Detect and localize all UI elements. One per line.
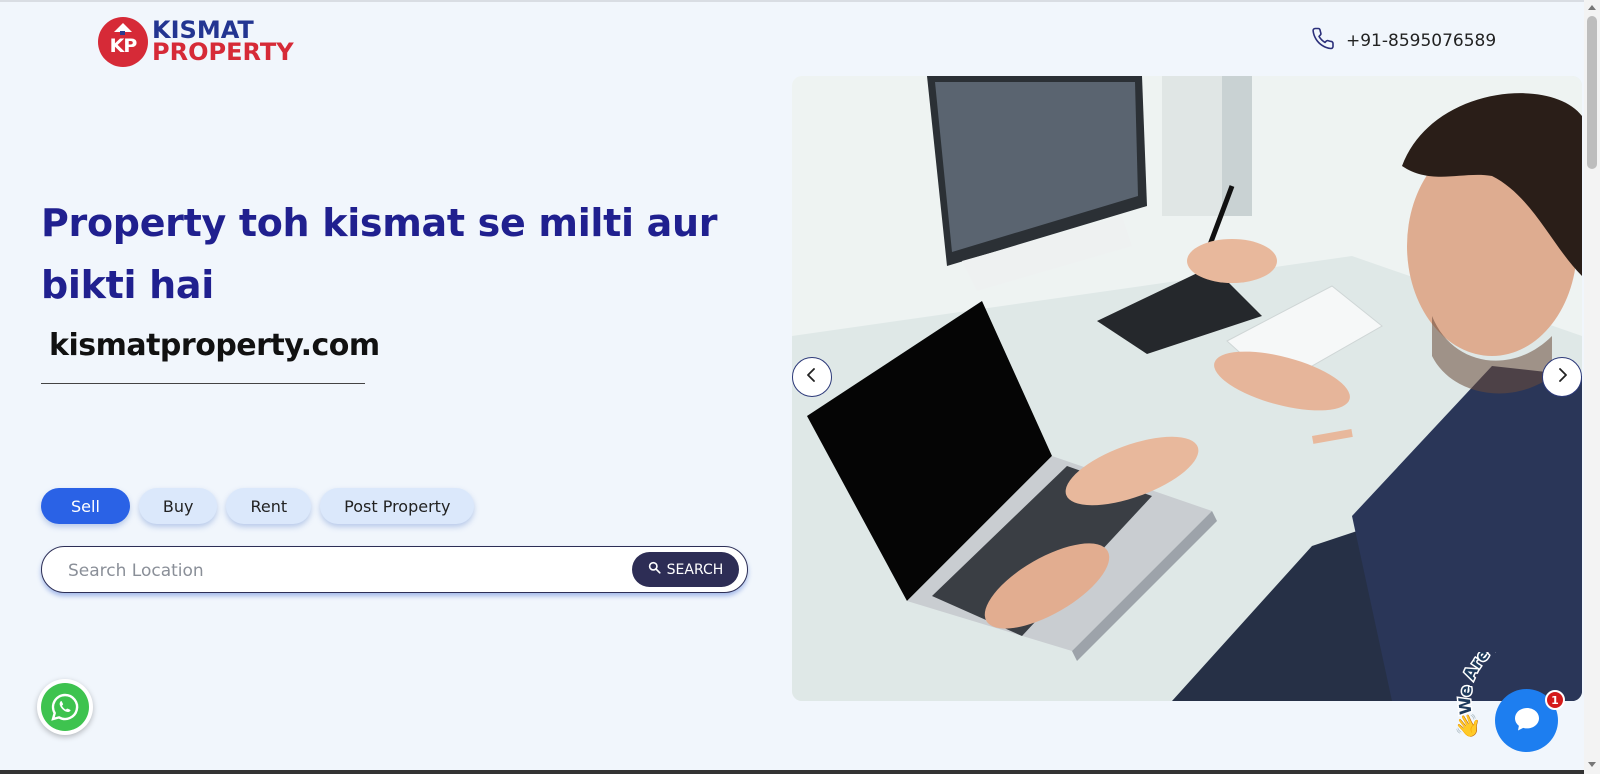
phone-number: +91-8595076589 bbox=[1346, 31, 1497, 51]
scroll-down-arrow-icon[interactable] bbox=[1588, 762, 1596, 767]
site-logo[interactable]: KP KISMAT PROPERTY bbox=[98, 17, 308, 69]
carousel-next-button[interactable] bbox=[1542, 357, 1582, 397]
chat-unread-badge: 1 bbox=[1545, 690, 1565, 710]
search-location-input[interactable] bbox=[66, 557, 650, 585]
phone-contact[interactable]: +91-8595076589 bbox=[1312, 27, 1496, 55]
top-border bbox=[0, 0, 1600, 2]
whatsapp-icon bbox=[41, 683, 89, 731]
tab-sell[interactable]: Sell bbox=[41, 488, 130, 524]
domain-underline bbox=[41, 383, 365, 384]
search-button[interactable]: SEARCH bbox=[632, 552, 739, 587]
phone-icon bbox=[1312, 27, 1336, 55]
logo-text-property: PROPERTY bbox=[152, 38, 294, 66]
site-domain-text: kismatproperty.com bbox=[49, 328, 380, 363]
chat-widget: We Are Here! 👋 1 bbox=[1452, 652, 1592, 762]
scrollbar-thumb[interactable] bbox=[1587, 16, 1597, 169]
search-icon bbox=[648, 561, 661, 578]
tab-rent[interactable]: Rent bbox=[226, 488, 312, 524]
logo-badge-text: KP bbox=[109, 35, 138, 57]
tab-buy[interactable]: Buy bbox=[138, 488, 218, 524]
location-search-bar: SEARCH bbox=[41, 546, 748, 593]
hero-title: Property toh kismat se milti aur bikti h… bbox=[41, 201, 718, 307]
chevron-left-icon bbox=[804, 367, 820, 387]
carousel-image bbox=[792, 76, 1582, 701]
chevron-right-icon bbox=[1554, 367, 1570, 387]
scroll-up-arrow-icon[interactable] bbox=[1588, 5, 1596, 10]
taskbar-edge bbox=[0, 770, 1584, 774]
carousel-prev-button[interactable] bbox=[792, 357, 832, 397]
search-button-label: SEARCH bbox=[666, 561, 724, 578]
logo-badge: KP bbox=[98, 17, 148, 67]
whatsapp-button[interactable] bbox=[37, 679, 93, 735]
listing-type-tabs: Sell Buy Rent Post Property bbox=[41, 488, 475, 524]
hero-image-carousel bbox=[792, 76, 1582, 701]
chat-bubble-icon bbox=[1510, 702, 1544, 740]
waving-hand-icon: 👋 bbox=[1454, 714, 1482, 739]
tab-post-property[interactable]: Post Property bbox=[320, 488, 475, 524]
